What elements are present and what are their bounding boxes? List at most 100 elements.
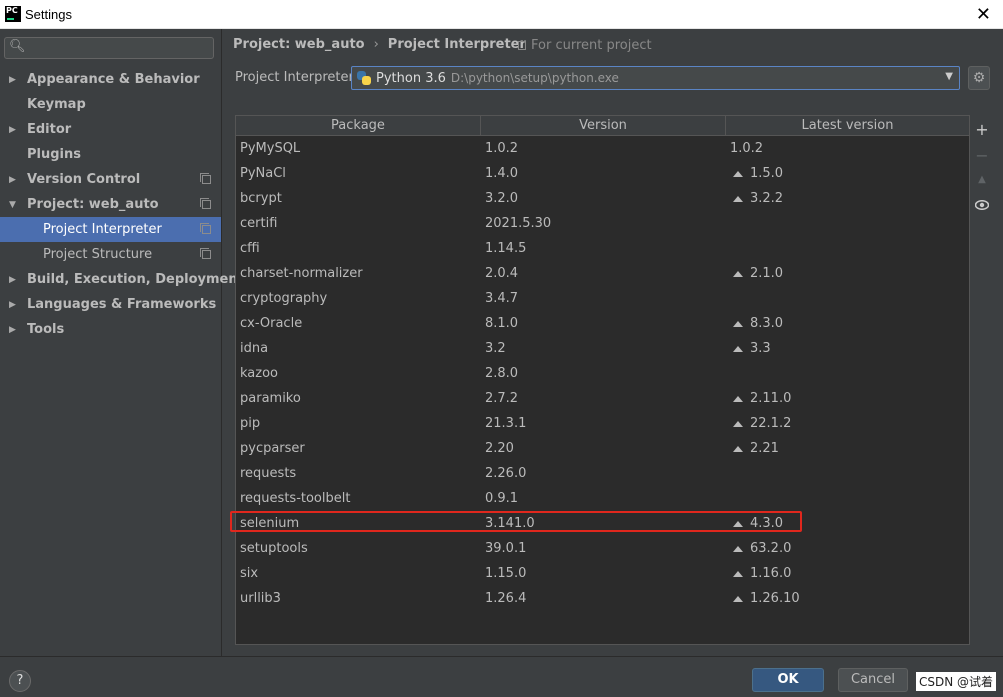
package-name: cffi (240, 241, 260, 256)
latest-version-text: 4.3.0 (750, 516, 784, 531)
table-row[interactable]: charset-normalizer 2.0.4 2.1.0 (236, 261, 969, 286)
gear-icon: ⚙ (972, 70, 986, 86)
remove-package-icon[interactable]: − (973, 146, 991, 165)
interpreter-label: Project Interpreter: (235, 70, 359, 85)
window-title: Settings (25, 6, 72, 22)
table-row[interactable]: requests 2.26.0 (236, 461, 969, 486)
close-icon[interactable]: ✕ (976, 4, 991, 25)
sidebar-item[interactable]: ▶ Build, Execution, Deployment (0, 267, 244, 292)
package-version: 1.26.4 (485, 591, 527, 606)
table-row[interactable]: urllib3 1.26.4 1.26.10 (236, 586, 969, 611)
table-row[interactable]: cx-Oracle 8.1.0 8.3.0 (236, 311, 969, 336)
package-latest-version: 3.2.2 (726, 191, 969, 206)
latest-version-text: 2.21 (750, 441, 779, 456)
upgrade-available-icon (733, 320, 743, 327)
upgrade-available-icon (733, 270, 743, 277)
package-version: 1.4.0 (485, 166, 519, 181)
sidebar-item-label: Plugins (27, 147, 81, 162)
eye-icon[interactable] (973, 199, 991, 214)
column-header-package[interactable]: Package (236, 116, 481, 135)
column-header-version[interactable]: Version (481, 116, 726, 135)
package-name: PyNaCl (240, 166, 286, 181)
package-version: 1.15.0 (485, 566, 527, 581)
sidebar-item[interactable]: Project Interpreter (0, 217, 221, 242)
chevron-right-icon[interactable]: ▶ (9, 325, 16, 335)
project-scope-icon (200, 198, 211, 209)
package-version: 3.2 (485, 341, 506, 356)
chevron-right-icon[interactable]: ▶ (9, 300, 16, 310)
scope-note: For current project (518, 38, 652, 53)
sidebar-item[interactable]: ▶ Languages & Frameworks (0, 292, 221, 317)
package-name: urllib3 (240, 591, 281, 606)
package-name: requests-toolbelt (240, 491, 351, 506)
latest-version-text: 3.3 (750, 341, 771, 356)
ok-button[interactable]: OK (752, 668, 824, 692)
table-row[interactable]: setuptools 39.0.1 63.2.0 (236, 536, 969, 561)
table-row[interactable]: six 1.15.0 1.16.0 (236, 561, 969, 586)
upgrade-available-icon (733, 170, 743, 177)
table-row[interactable]: requests-toolbelt 0.9.1 (236, 486, 969, 511)
cancel-button[interactable]: Cancel (838, 668, 908, 692)
latest-version-text: 2.11.0 (750, 391, 792, 406)
sidebar-item[interactable]: ▶ Tools (0, 317, 221, 342)
chevron-right-icon[interactable]: ▶ (9, 175, 16, 185)
settings-search-input[interactable]: 🔍︎ (4, 37, 214, 59)
project-scope-icon (200, 223, 211, 234)
table-row[interactable]: pycparser 2.20 2.21 (236, 436, 969, 461)
csdn-watermark: CSDN @试着 (916, 672, 997, 691)
sidebar-item[interactable]: ▶ Editor (0, 117, 221, 142)
table-row[interactable]: cffi 1.14.5 (236, 236, 969, 261)
sidebar-item[interactable]: ▼ Project: web_auto (0, 192, 221, 217)
sidebar-item[interactable]: Project Structure (0, 242, 221, 267)
upgrade-available-icon (733, 570, 743, 577)
table-row[interactable]: bcrypt 3.2.0 3.2.2 (236, 186, 969, 211)
latest-version-text: 3.2.2 (750, 191, 784, 206)
package-latest-version: 2.11.0 (726, 391, 969, 406)
table-row[interactable]: pip 21.3.1 22.1.2 (236, 411, 969, 436)
breadcrumb-parent[interactable]: Project: web_auto (233, 37, 365, 52)
sidebar-item-label: Project Interpreter (43, 222, 162, 237)
package-version: 2.26.0 (485, 466, 527, 481)
help-button[interactable]: ? (9, 670, 31, 692)
table-row[interactable]: PyNaCl 1.4.0 1.5.0 (236, 161, 969, 186)
interpreter-dropdown[interactable]: Python 3.6 D:\python\setup\python.exe ▼ (351, 66, 960, 90)
project-scope-icon (200, 248, 211, 259)
table-row[interactable]: PyMySQL 1.0.2 1.0.2 (236, 136, 969, 161)
sidebar-item[interactable]: Plugins (0, 142, 221, 167)
package-name: pip (240, 416, 261, 431)
upgrade-available-icon (733, 420, 743, 427)
add-package-icon[interactable]: + (973, 120, 991, 139)
table-row[interactable]: cryptography 3.4.7 (236, 286, 969, 311)
package-name: setuptools (240, 541, 308, 556)
search-icon: 🔍︎ (9, 39, 26, 54)
package-latest-version: 4.3.0 (726, 516, 969, 531)
sidebar-item[interactable]: ▶ Version Control (0, 167, 221, 192)
latest-version-text: 1.0.2 (730, 141, 764, 156)
upgrade-package-icon[interactable]: ▲ (973, 174, 991, 185)
table-row[interactable]: certifi 2021.5.30 (236, 211, 969, 236)
column-header-latest-version[interactable]: Latest version (726, 116, 969, 135)
table-row[interactable]: kazoo 2.8.0 (236, 361, 969, 386)
sidebar-item-label: Project: web_auto (27, 197, 159, 212)
chevron-down-icon[interactable]: ▼ (9, 200, 16, 210)
chevron-right-icon[interactable]: ▶ (9, 275, 16, 285)
latest-version-text: 1.26.10 (750, 591, 800, 606)
breadcrumb-current: Project Interpreter (387, 37, 526, 52)
package-version: 1.0.2 (485, 141, 519, 156)
sidebar-item-label: Tools (27, 322, 65, 337)
chevron-down-icon: ▼ (945, 71, 953, 82)
table-row[interactable]: paramiko 2.7.2 2.11.0 (236, 386, 969, 411)
sidebar-item[interactable]: Keymap (0, 92, 221, 117)
package-latest-version: 8.3.0 (726, 316, 969, 331)
interpreter-settings-button[interactable]: ⚙ (968, 66, 990, 90)
package-version: 0.9.1 (485, 491, 519, 506)
sidebar-item-label: Appearance & Behavior (27, 72, 200, 87)
table-row[interactable]: selenium 3.141.0 4.3.0 (236, 511, 969, 536)
table-body: PyMySQL 1.0.2 1.0.2 PyNaCl 1.4.0 1.5.0 bcrypt 3… (236, 136, 969, 611)
package-latest-version: 1.16.0 (726, 566, 969, 581)
sidebar-item[interactable]: ▶ Appearance & Behavior (0, 67, 221, 92)
table-row[interactable]: idna 3.2 3.3 (236, 336, 969, 361)
chevron-right-icon[interactable]: ▶ (9, 125, 16, 135)
chevron-right-icon[interactable]: ▶ (9, 75, 16, 85)
package-name: charset-normalizer (240, 266, 363, 281)
